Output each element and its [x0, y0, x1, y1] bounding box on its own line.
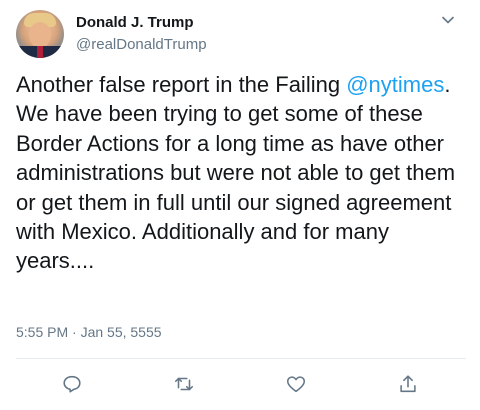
retweet-button[interactable] [172, 372, 196, 396]
share-icon [400, 375, 416, 393]
author-display-name[interactable]: Donald J. Trump [76, 14, 194, 31]
speech-bubble-icon [63, 375, 81, 393]
tweet-card: Donald J. Trump @realDonaldTrump Another… [0, 0, 480, 410]
mention-link[interactable]: @nytimes [346, 72, 444, 97]
author-handle[interactable]: @realDonaldTrump [76, 36, 207, 53]
tweet-text-start: Another false report in the Failing [16, 72, 347, 97]
heart-icon [286, 376, 306, 393]
avatar-face [29, 22, 51, 48]
like-button[interactable] [284, 372, 308, 396]
retweet-icon [174, 377, 194, 391]
reply-button[interactable] [60, 372, 84, 396]
chevron-down-icon[interactable] [440, 12, 456, 28]
avatar[interactable] [16, 10, 64, 58]
share-button[interactable] [396, 372, 420, 396]
tweet-timestamp[interactable]: 5:55 PM · Jan 55, 5555 [16, 324, 162, 340]
tweet-text-end: . We have been trying to get some of the… [16, 72, 456, 274]
avatar-tie [37, 46, 43, 58]
divider [16, 358, 466, 359]
tweet-text: Another false report in the Failing @nyt… [16, 70, 466, 276]
